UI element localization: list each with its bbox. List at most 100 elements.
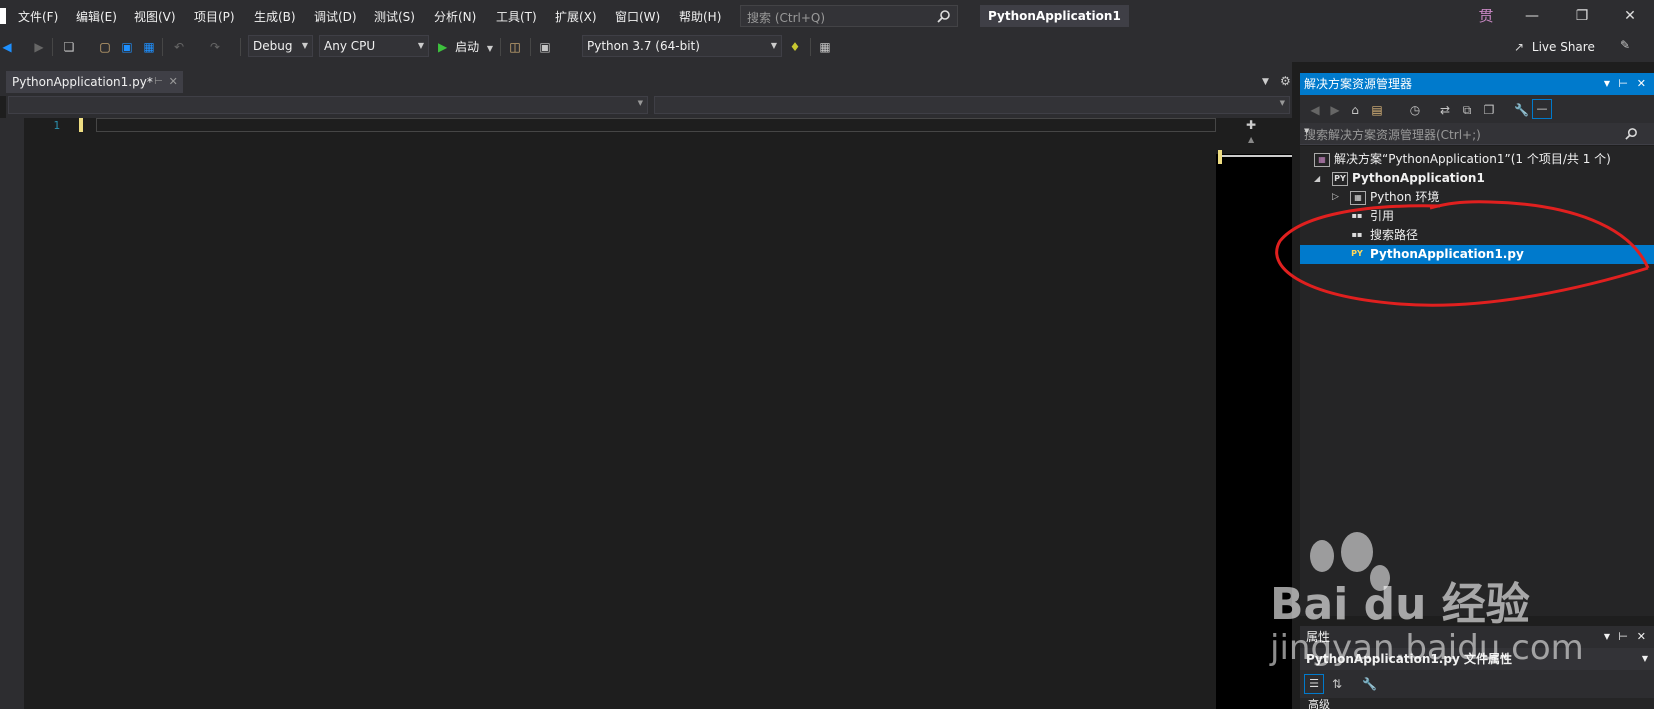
solution-explorer-search[interactable]: 搜索解决方案资源管理器(Ctrl+;) ▼ [1300,123,1654,145]
save-icon[interactable]: ▣ [120,40,134,54]
toolbar-separator [240,38,241,56]
menu-window[interactable]: 窗口(W) [615,8,660,25]
watermark-brand: Bai du 经验 [1270,579,1530,630]
configuration-dropdown[interactable]: Debug ▼ [248,35,313,57]
menu-file[interactable]: 文件(F) [18,8,58,25]
menu-tools[interactable]: 工具(T) [496,8,537,25]
sync-icon[interactable]: ⇄ [1438,103,1452,117]
tab-label: PythonApplication1.py* [12,75,153,89]
forward-icon[interactable]: ▶ [32,40,46,54]
property-pages-wrench-icon[interactable]: 🔧 [1362,677,1377,691]
scrollbar-top: ✚ ▲ [1216,118,1292,154]
tree-item-solution[interactable]: ▦ 解决方案“PythonApplication1”(1 个项目/共 1 个) [1300,150,1654,169]
collapse-all-icon[interactable]: ⧉ [1460,103,1474,117]
back-icon[interactable]: ◀ [1308,103,1322,117]
toolbar-separator [500,38,501,56]
current-line-highlight [96,118,1216,132]
menu-help[interactable]: 帮助(H) [679,8,721,25]
package-icon[interactable]: ♦ [788,40,802,54]
menu-project[interactable]: 项目(P) [194,8,235,25]
settings-gear-icon[interactable]: ⚙ [1280,74,1291,88]
tree-item-label: PythonApplication1 [1352,171,1485,185]
start-button[interactable]: ▶ 启动 ▼ [438,36,493,58]
chevron-down-icon: ▼ [417,41,424,50]
feedback-icon[interactable]: ✎ [1618,38,1632,52]
tab-overflow-icon[interactable]: ▼ [1262,77,1269,87]
properties-wrench-icon[interactable]: 🔧 [1514,103,1529,117]
chevron-down-icon: ▼ [1641,654,1648,663]
live-share-label: Live Share [1531,40,1595,54]
back-icon[interactable]: ◀ [0,40,14,54]
type-dropdown[interactable]: ▼ [8,96,648,114]
preview-selected-icon[interactable]: — [1532,99,1552,119]
pin-icon[interactable]: ⊢ [154,71,163,93]
python-environment-value: Python 3.7 (64-bit) [587,39,700,53]
menu-debug[interactable]: 调试(D) [314,8,357,25]
platform-value: Any CPU [324,39,376,53]
tree-item-label: 解决方案“PythonApplication1”(1 个项目/共 1 个) [1334,152,1611,166]
share-icon: ↗ [1514,40,1525,54]
show-all-files-icon[interactable]: ❐ [1482,103,1496,117]
forward-icon[interactable]: ▶ [1328,103,1342,117]
close-tab-icon[interactable]: ✕ [169,71,178,93]
chevron-down-icon: ▼ [637,99,643,107]
search-icon [937,10,950,23]
menu-view[interactable]: 视图(V) [134,8,176,25]
screenshot-icon[interactable]: ▣ [538,40,552,54]
pin-icon[interactable]: ⊢ [1618,626,1628,648]
solution-explorer-title: 解决方案资源管理器 [1304,77,1413,91]
properties-toolbar: ☰ ⇅ 🔧 [1300,670,1654,698]
redo-icon[interactable]: ↷ [208,40,222,54]
toolbar-separator [810,38,811,56]
tree-item-project[interactable]: ◢ PY PythonApplication1 [1300,169,1654,188]
pin-icon[interactable]: ⊢ [1618,73,1628,95]
alphabetical-icon[interactable]: ⇅ [1330,677,1344,691]
chevron-down-icon[interactable]: ▼ [1604,73,1610,95]
menu-edit[interactable]: 编辑(E) [76,8,117,25]
play-icon: ▶ [438,40,448,54]
open-folder-icon[interactable]: ▢ [98,40,112,54]
navigation-bar: ▼ ▼ [6,94,1292,118]
menu-analyze[interactable]: 分析(N) [434,8,476,25]
section-label: 高级 [1308,698,1330,709]
member-dropdown[interactable]: ▼ [654,96,1290,114]
layout-icon[interactable]: ▦ [818,40,832,54]
expanded-arrow-icon[interactable]: ◢ [1314,169,1320,188]
switch-views-icon[interactable]: ▤ [1370,103,1384,117]
menu-test[interactable]: 测试(S) [374,8,415,25]
undo-icon[interactable]: ↶ [172,40,186,54]
tab-pythonapplication1-py[interactable]: PythonApplication1.py* ⊢ ✕ [6,71,183,93]
solution-explorer-header[interactable]: 解决方案资源管理器 ▼ ⊢ ✕ [1300,73,1654,95]
close-icon[interactable]: ✕ [1637,626,1646,648]
document-tab-well [0,62,1292,96]
solution-icon: ▦ [1314,153,1330,167]
restore-button[interactable]: ❐ [1562,4,1602,28]
save-all-icon[interactable]: ▦ [142,40,156,54]
scroll-up-arrow-icon[interactable]: ▲ [1248,135,1254,144]
minimize-button[interactable]: — [1512,4,1552,28]
quick-launch-search[interactable]: 搜索 (Ctrl+Q) [740,5,958,27]
home-icon[interactable]: ⌂ [1348,103,1362,117]
browse-icon[interactable]: ◫ [508,40,522,54]
menu-bar: 文件(F) 编辑(E) 视图(V) 项目(P) 生成(B) 调试(D) 测试(S… [0,0,1654,32]
live-share-button[interactable]: ↗ Live Share [1514,38,1595,56]
python-environment-dropdown[interactable]: Python 3.7 (64-bit) ▼ [582,35,782,57]
menu-build[interactable]: 生成(B) [254,8,296,25]
platform-dropdown[interactable]: Any CPU ▼ [319,35,429,57]
properties-section-header[interactable]: 高级 [1300,698,1654,709]
start-label: 启动 [455,40,480,54]
code-editor[interactable] [0,118,1216,709]
close-icon[interactable]: ✕ [1637,73,1646,95]
user-avatar[interactable]: 贯 [1476,6,1496,26]
scroll-thumb[interactable] [1218,155,1292,157]
new-project-icon[interactable]: ❏ [62,40,76,54]
chevron-down-icon[interactable]: ▼ [1604,626,1610,648]
line-number: 1 [53,119,60,132]
close-window-button[interactable]: ✕ [1610,4,1650,28]
chevron-down-icon: ▼ [1279,99,1285,107]
menu-extensions[interactable]: 扩展(X) [555,8,597,25]
categorized-icon[interactable]: ☰ [1304,674,1324,694]
pending-changes-icon[interactable]: ◷ [1408,103,1422,117]
split-icon[interactable]: ✚ [1246,118,1256,132]
chevron-down-icon[interactable]: ▼ [1304,127,1650,135]
